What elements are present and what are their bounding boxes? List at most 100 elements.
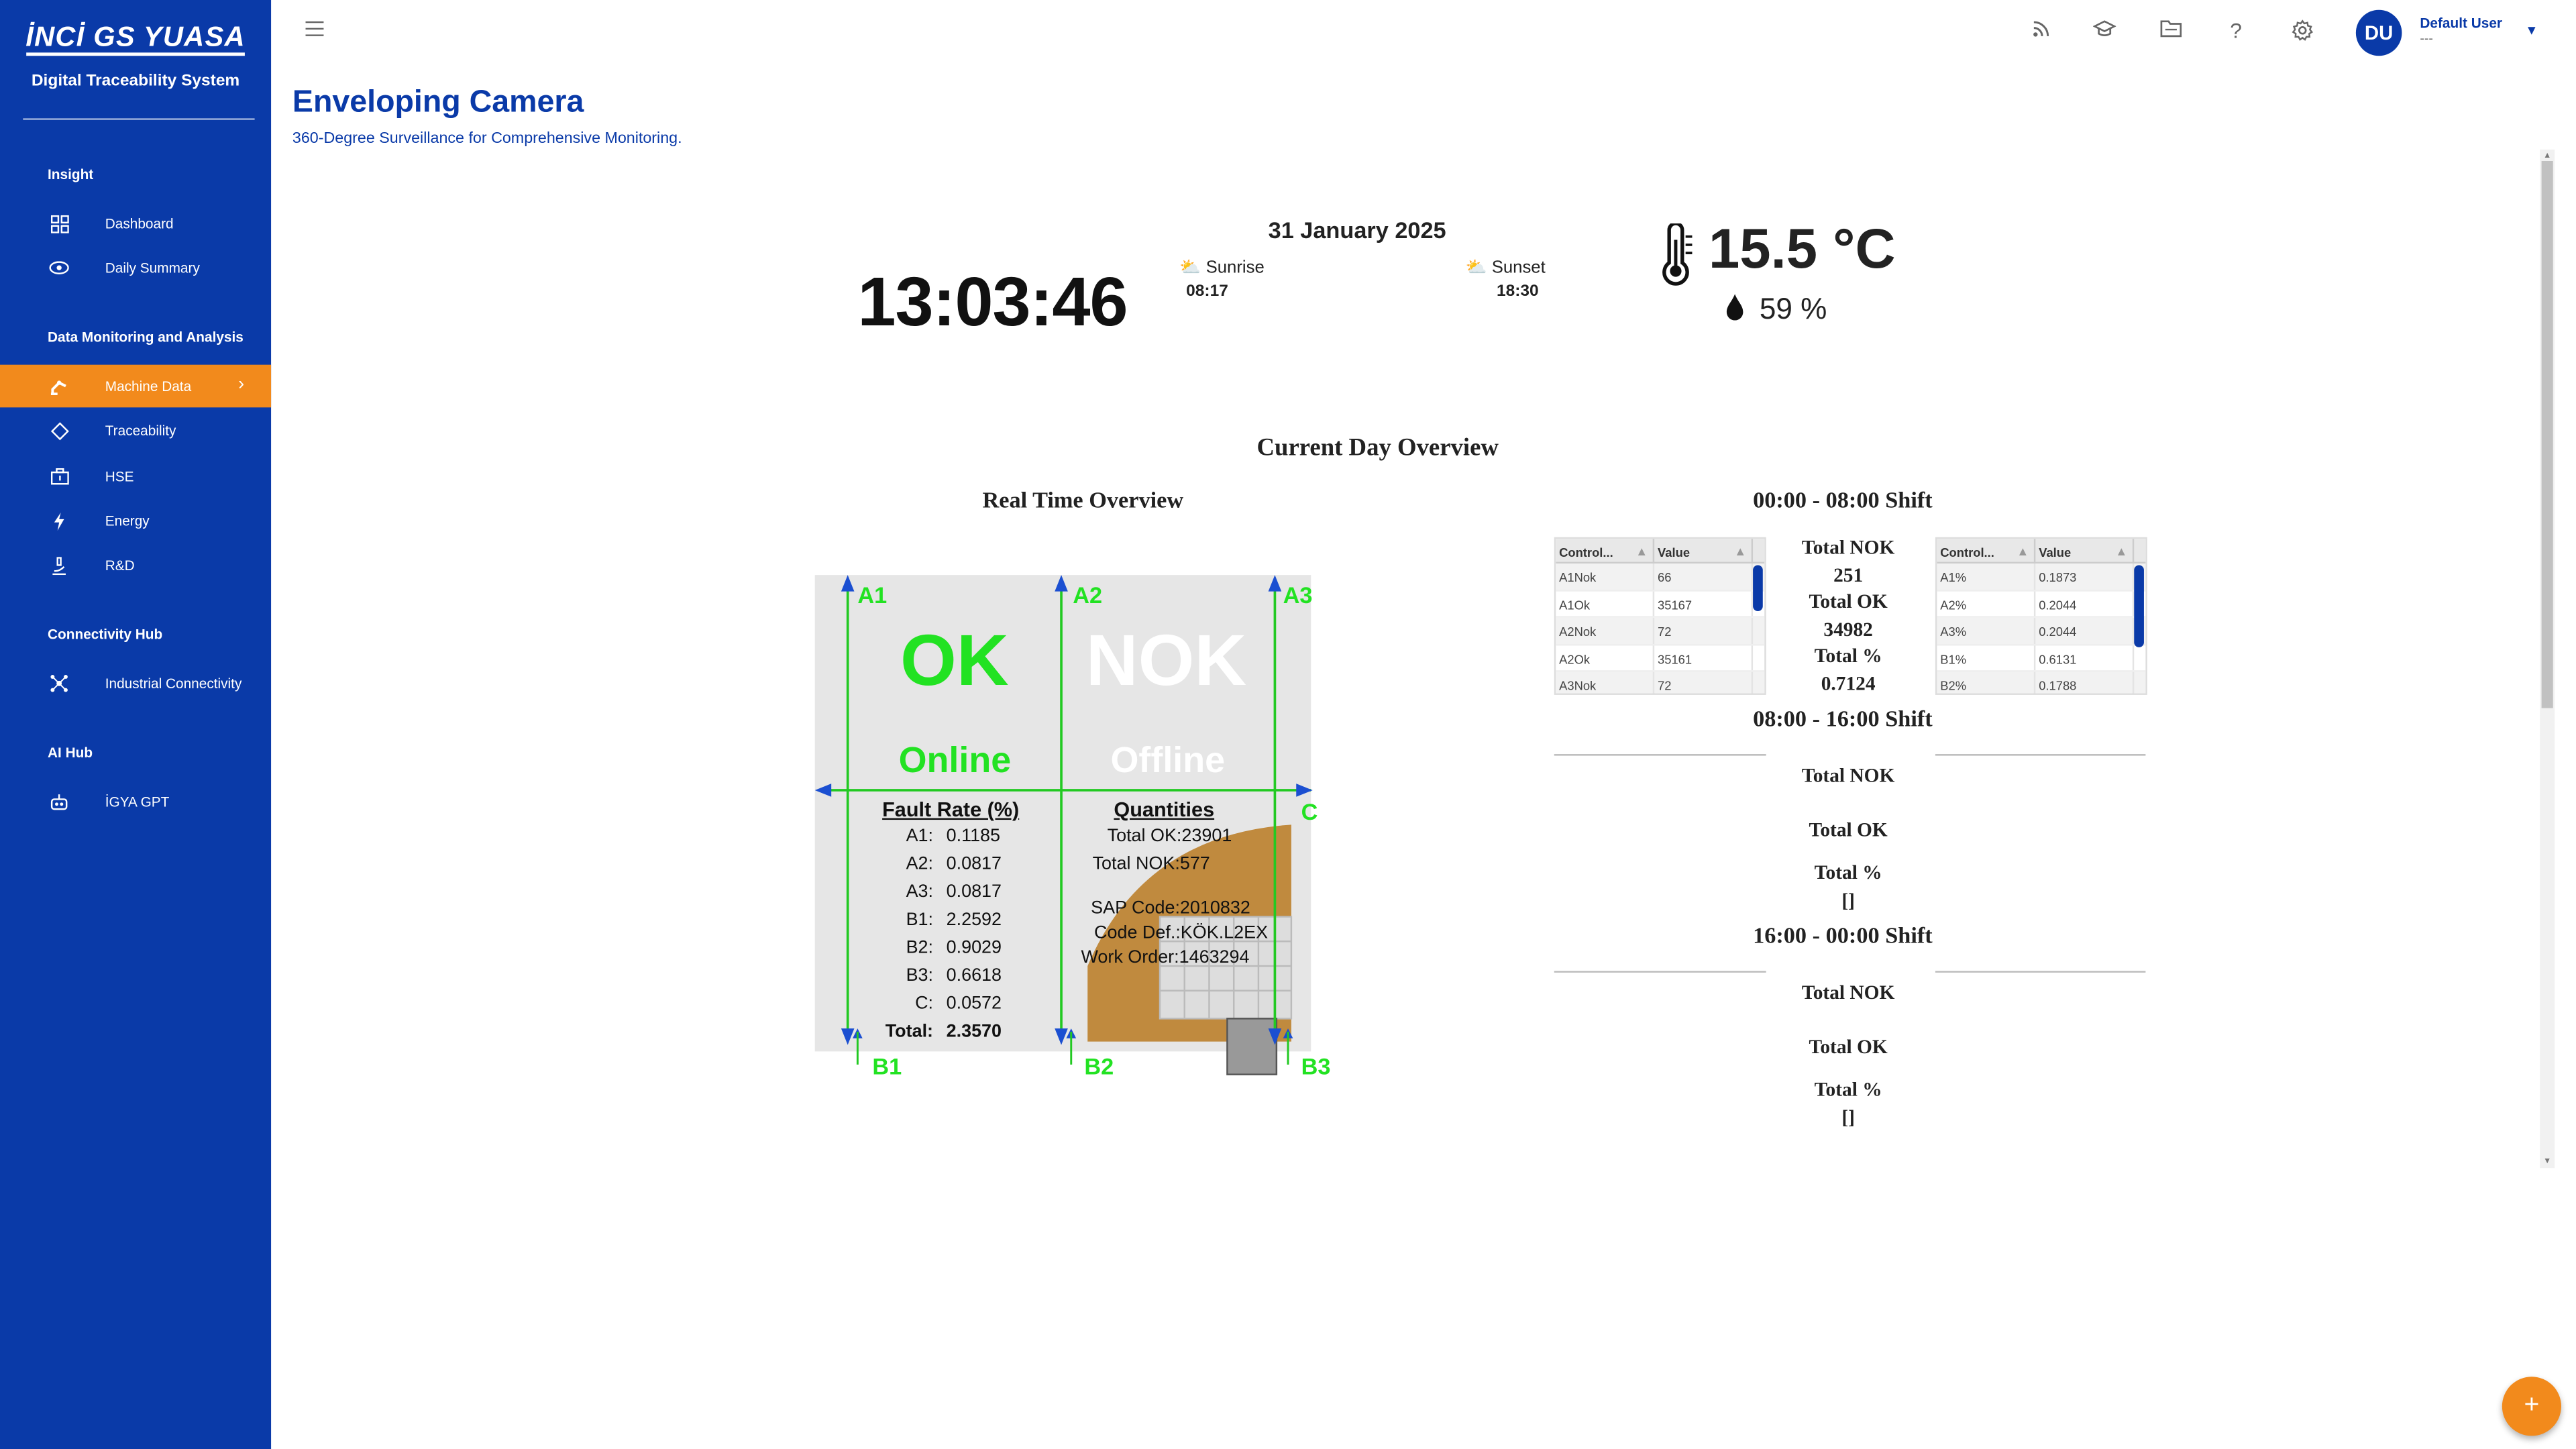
- sap-code: SAP Code:2010832: [1091, 898, 1250, 918]
- table-row[interactable]: A1Ok 35167: [1556, 590, 1765, 618]
- fault-value: 0.0572: [946, 994, 1002, 1014]
- table-body: A1Nok 66 A1Ok 35167 A2Nok 72 A2Ok 35161 A3No…: [1556, 564, 1765, 694]
- sort-icon[interactable]: ▲: [2017, 544, 2029, 559]
- sidebar-item-industrial-connectivity[interactable]: Industrial Connectivity: [0, 662, 271, 705]
- table-cell: 0.6131: [2035, 645, 2135, 671]
- point-a3: A3: [1283, 581, 1313, 608]
- shift-2-total-pct-label: Total %: [1814, 861, 1882, 884]
- table-row[interactable]: B2% 0.1788: [1937, 672, 2146, 694]
- table-cell: 0.2044: [2035, 617, 2135, 643]
- section-connectivity-hub: Connectivity Hub: [48, 626, 163, 643]
- header-label: Control...: [1559, 545, 1613, 561]
- help-icon[interactable]: ?: [2224, 19, 2247, 42]
- sidebar-item-traceability[interactable]: Traceability: [0, 409, 271, 452]
- network-icon: [49, 674, 68, 693]
- brand-logo[interactable]: İNCİ GS YUASA: [25, 22, 246, 56]
- table-cell: 35167: [1654, 590, 1754, 616]
- fault-value: 0.0817: [946, 882, 1002, 902]
- table-cell: 72: [1654, 617, 1754, 643]
- sidebar-item-label: HSE: [105, 468, 134, 485]
- code-def: Code Def.:KÖK.L2EX: [1094, 923, 1269, 943]
- header-label: Value: [2039, 545, 2072, 561]
- user-name[interactable]: Default User: [2420, 15, 2502, 31]
- sidebar-item-rnd[interactable]: R&D: [0, 544, 271, 587]
- scroll-up-icon[interactable]: ▲: [2542, 151, 2553, 161]
- avatar[interactable]: DU: [2355, 9, 2402, 56]
- table-cell: B1%: [1937, 645, 2036, 671]
- fault-key: B1:: [906, 910, 934, 930]
- table-cell: A1Ok: [1556, 590, 1655, 616]
- sidebar-item-label: Traceability: [105, 422, 176, 439]
- robot-icon: [49, 792, 68, 811]
- thermometer-icon: [1662, 223, 1693, 286]
- diamond-icon: [49, 421, 68, 440]
- shift-3-title: 16:00 - 00:00 Shift: [1753, 924, 1933, 950]
- table-row[interactable]: A3Nok 72: [1556, 672, 1765, 694]
- header-label: Value: [1658, 545, 1690, 561]
- point-c: C: [1301, 798, 1318, 825]
- table-scrollbar[interactable]: [2134, 565, 2144, 647]
- shift-1-total-ok: 34982: [1823, 617, 1873, 641]
- shift-1-percent-table[interactable]: Control... ▲ Value ▲ A1% 0.1873 A2% 0.2044 A…: [1935, 537, 2147, 695]
- column-header-control[interactable]: Control... ▲: [1556, 539, 1655, 562]
- table-row[interactable]: A1% 0.1873: [1937, 564, 2146, 591]
- vertical-scrollbar[interactable]: ▲ ▼: [2540, 149, 2555, 1169]
- sidebar-item-machine-data[interactable]: Machine Data ›: [0, 364, 272, 408]
- table-cell: 72: [1654, 672, 1754, 694]
- column-header-value[interactable]: Value ▲: [2035, 539, 2135, 562]
- lightning-icon: [49, 511, 68, 531]
- chevron-down-icon[interactable]: ▼: [2525, 23, 2538, 38]
- sunrise-label: ⛅ Sunrise: [1179, 256, 1264, 277]
- sunset-text: Sunset: [1491, 258, 1546, 278]
- table-row[interactable]: A2Ok 35161: [1556, 645, 1765, 672]
- divider: [1554, 971, 1766, 973]
- table-cell: A2%: [1937, 590, 2036, 616]
- shift-1-total-ok-label: Total OK: [1809, 590, 1888, 613]
- overview-title: Current Day Overview: [1256, 435, 1499, 462]
- sidebar-item-energy[interactable]: Energy: [0, 499, 271, 542]
- clock-date: 31 January 2025: [1268, 217, 1446, 244]
- fault-value: 0.9029: [946, 938, 1002, 958]
- scrollbar-thumb[interactable]: [2541, 161, 2553, 708]
- shift-3-total-nok-label: Total NOK: [1801, 981, 1895, 1004]
- column-header-control[interactable]: Control... ▲: [1937, 539, 2036, 562]
- table-header: Control... ▲ Value ▲: [1937, 539, 2146, 564]
- add-button[interactable]: +: [2502, 1377, 2561, 1436]
- chevron-right-icon: ›: [238, 374, 245, 394]
- fault-key: A3:: [906, 882, 934, 902]
- quantities-title: Quantities: [1114, 798, 1215, 822]
- sort-icon[interactable]: ▲: [1734, 544, 1746, 559]
- column-header-value[interactable]: Value ▲: [1654, 539, 1754, 562]
- sidebar-item-dashboard[interactable]: Dashboard: [0, 202, 271, 245]
- graduation-cap-icon[interactable]: [2092, 19, 2116, 42]
- sidebar-item-hse[interactable]: HSE: [0, 455, 271, 498]
- shift-1-title: 00:00 - 08:00 Shift: [1753, 489, 1933, 515]
- page-subtitle: 360-Degree Surveillance for Comprehensiv…: [292, 129, 682, 148]
- menu-toggle-icon[interactable]: [305, 21, 324, 36]
- total-nok-quantity: Total NOK:577: [1092, 854, 1210, 874]
- table-row[interactable]: A1Nok 66: [1556, 564, 1765, 591]
- briefcase-icon: [49, 467, 68, 486]
- table-row[interactable]: B1% 0.6131: [1937, 645, 2146, 672]
- sort-icon[interactable]: ▲: [2115, 544, 2127, 559]
- clock-time: 13:03:46: [857, 262, 1128, 340]
- sidebar-item-igya-gpt[interactable]: İGYA GPT: [0, 780, 271, 823]
- sidebar-item-daily-summary[interactable]: Daily Summary: [0, 246, 271, 289]
- table-row[interactable]: A3% 0.2044: [1937, 617, 2146, 645]
- fault-key: B3:: [906, 966, 934, 986]
- table-row[interactable]: A2% 0.2044: [1937, 590, 2146, 618]
- table-cell: A3Nok: [1556, 672, 1655, 694]
- gear-icon[interactable]: [2290, 19, 2313, 42]
- table-cell: B2%: [1937, 672, 2036, 694]
- shift-1-count-table[interactable]: Control... ▲ Value ▲ A1Nok 66 A1Ok 35167 A2N…: [1554, 537, 1766, 695]
- fault-value: 2.2592: [946, 910, 1002, 930]
- sort-icon[interactable]: ▲: [1635, 544, 1648, 559]
- sunset-label: ⛅ Sunset: [1466, 256, 1546, 278]
- rss-icon[interactable]: [2029, 19, 2052, 42]
- folder-icon[interactable]: [2159, 19, 2182, 42]
- table-row[interactable]: A2Nok 72: [1556, 617, 1765, 645]
- eye-icon: [49, 258, 69, 277]
- fault-value: 0.6618: [946, 966, 1002, 986]
- sidebar: İNCİ GS YUASA Digital Traceability Syste…: [0, 0, 272, 1449]
- scroll-down-icon[interactable]: ▼: [2542, 1157, 2553, 1167]
